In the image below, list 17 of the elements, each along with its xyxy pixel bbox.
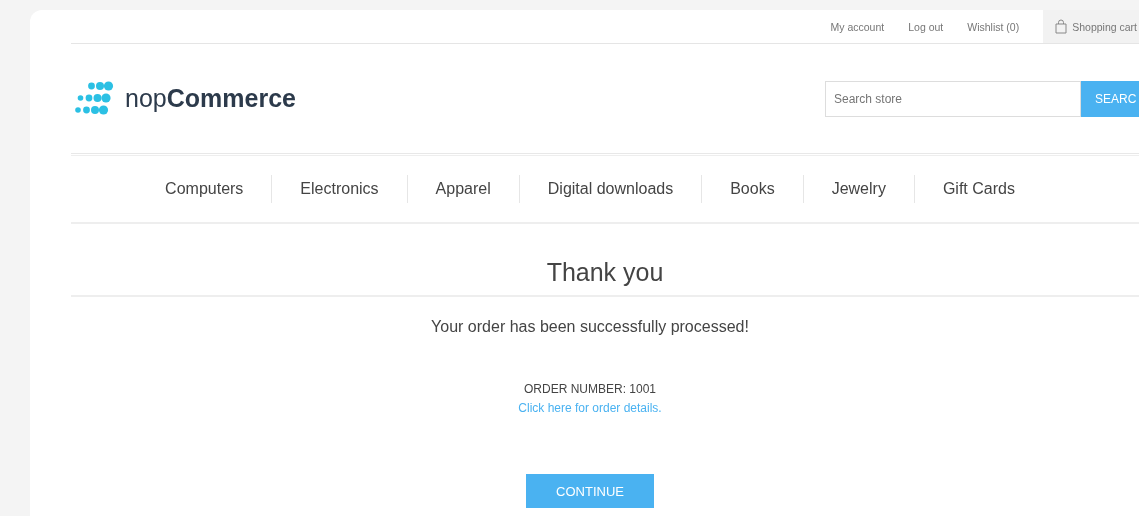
search-field[interactable]: Search store bbox=[825, 80, 1081, 117]
shopping-cart-link[interactable]: Shopping cart bbox=[1043, 10, 1139, 43]
menu-item[interactable]: Electronics bbox=[272, 180, 407, 198]
header-link[interactable]: Log out bbox=[908, 20, 944, 33]
menu-item[interactable]: Jewelry bbox=[803, 180, 914, 198]
logo-text: nopCommerce bbox=[125, 84, 296, 113]
header-link[interactable]: My account bbox=[830, 20, 885, 33]
page-title: Thank you bbox=[71, 224, 1139, 297]
menu-item[interactable]: Digital downloads bbox=[519, 180, 702, 198]
menu-item[interactable]: Gift Cards bbox=[914, 180, 1043, 198]
menu-item[interactable]: Apparel bbox=[407, 180, 519, 198]
menu-item[interactable]: Computers bbox=[137, 180, 272, 198]
order-number: ORDER NUMBER: 1001 bbox=[522, 382, 657, 396]
header-link[interactable]: Wishlist (0) bbox=[967, 20, 1020, 33]
menu-item[interactable]: Books bbox=[702, 180, 803, 198]
success-message: Your order has been successfully processed! bbox=[430, 318, 750, 336]
logo[interactable]: nopCommerce bbox=[73, 80, 296, 117]
